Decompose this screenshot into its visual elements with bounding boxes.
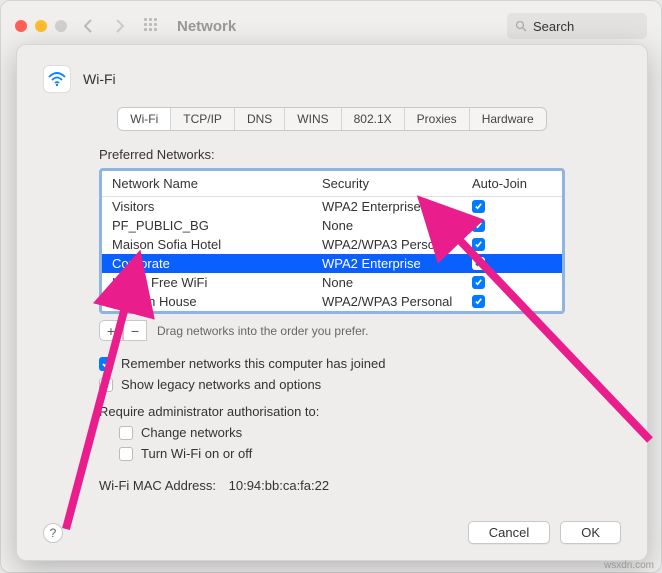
search-field[interactable]: Search	[507, 13, 647, 39]
auto-join-cell[interactable]	[472, 218, 542, 233]
admin-wifi-toggle-row[interactable]: Turn Wi-Fi on or off	[119, 443, 565, 464]
table-header: Network Name Security Auto-Join	[102, 171, 562, 197]
auto-join-checkbox[interactable]	[472, 295, 485, 308]
network-security-cell: WPA2 Enterprise	[322, 199, 472, 214]
network-name-cell: Corporate	[112, 256, 322, 271]
admin-auth-label: Require administrator authorisation to:	[99, 404, 319, 419]
admin-wifi-toggle-checkbox[interactable]	[119, 447, 133, 461]
mac-address-row: Wi-Fi MAC Address: 10:94:bb:ca:fa:22	[99, 478, 565, 493]
auto-join-checkbox[interactable]	[472, 200, 485, 213]
tab-8021x[interactable]: 802.1X	[342, 108, 405, 130]
tab-hardware[interactable]: Hardware	[470, 108, 546, 130]
auto-join-checkbox[interactable]	[472, 238, 485, 251]
table-row[interactable]: Garden HouseWPA2/WPA3 Personal	[102, 292, 562, 311]
auto-join-checkbox[interactable]	[472, 219, 485, 232]
drag-hint: Drag networks into the order you prefer.	[157, 324, 368, 338]
network-security-cell: WPA2 Enterprise	[322, 256, 472, 271]
ok-button[interactable]: OK	[560, 521, 621, 544]
remember-networks-checkbox[interactable]	[99, 357, 113, 371]
auto-join-cell[interactable]	[472, 237, 542, 252]
show-all-button[interactable]	[141, 15, 163, 37]
sheet-footer: ? Cancel OK	[43, 521, 621, 544]
sheet-header: Wi-Fi	[43, 65, 621, 93]
add-network-button[interactable]: +	[99, 320, 123, 341]
watermark: wsxdn.com	[604, 560, 654, 571]
auto-join-cell[interactable]	[472, 256, 542, 271]
sheet-title: Wi-Fi	[83, 71, 116, 87]
traffic-lights	[15, 20, 67, 32]
forward-button[interactable]	[109, 15, 131, 37]
auto-join-cell[interactable]	[472, 275, 542, 290]
table-row[interactable]: PF_PUBLIC_BGNone	[102, 216, 562, 235]
add-remove-controls: + − Drag networks into the order you pre…	[99, 320, 565, 341]
legacy-networks-label: Show legacy networks and options	[121, 377, 321, 392]
preferred-networks-label: Preferred Networks:	[99, 147, 565, 162]
search-placeholder: Search	[533, 19, 574, 34]
network-security-cell: None	[322, 218, 472, 233]
col-security[interactable]: Security	[322, 176, 472, 191]
cancel-button[interactable]: Cancel	[468, 521, 550, 544]
tab-proxies[interactable]: Proxies	[405, 108, 470, 130]
network-name-cell: Visitors	[112, 199, 322, 214]
wifi-settings-sheet: Wi-Fi Wi-FiTCP/IPDNSWINS802.1XProxiesHar…	[16, 44, 648, 561]
wifi-icon	[43, 65, 71, 93]
network-name-cell: PF_PUBLIC_BG	[112, 218, 322, 233]
minimize-window-button[interactable]	[35, 20, 47, 32]
legacy-networks-row[interactable]: Show legacy networks and options	[99, 374, 565, 395]
table-row[interactable]: Harpa Free WiFiNone	[102, 273, 562, 292]
admin-auth-label-row: Require administrator authorisation to:	[99, 401, 565, 422]
table-row[interactable]: CorporateWPA2 Enterprise	[102, 254, 562, 273]
network-name-cell: Garden House	[112, 294, 322, 309]
col-network-name[interactable]: Network Name	[112, 176, 322, 191]
network-name-cell: Harpa Free WiFi	[112, 275, 322, 290]
auto-join-checkbox[interactable]	[472, 276, 485, 289]
mac-address-value: 10:94:bb:ca:fa:22	[229, 478, 329, 493]
admin-change-networks-row[interactable]: Change networks	[119, 422, 565, 443]
network-security-cell: WPA2/WPA3 Personal	[322, 237, 472, 252]
col-auto-join[interactable]: Auto-Join	[472, 176, 542, 191]
network-name-cell: Maison Sofia Hotel	[112, 237, 322, 252]
tab-dns[interactable]: DNS	[235, 108, 285, 130]
auto-join-cell[interactable]	[472, 294, 542, 309]
help-button[interactable]: ?	[43, 523, 63, 543]
tab-wins[interactable]: WINS	[285, 108, 341, 130]
tab-tcpip[interactable]: TCP/IP	[171, 108, 235, 130]
legacy-networks-checkbox[interactable]	[99, 378, 113, 392]
remove-network-button[interactable]: −	[123, 320, 147, 341]
mac-address-label: Wi-Fi MAC Address:	[99, 478, 225, 493]
admin-change-networks-checkbox[interactable]	[119, 426, 133, 440]
network-security-cell: WPA2/WPA3 Personal	[322, 294, 472, 309]
table-row[interactable]: VisitorsWPA2 Enterprise	[102, 197, 562, 216]
back-button[interactable]	[77, 15, 99, 37]
search-icon	[515, 20, 527, 32]
zoom-window-button[interactable]	[55, 20, 67, 32]
close-window-button[interactable]	[15, 20, 27, 32]
admin-wifi-toggle-label: Turn Wi-Fi on or off	[141, 446, 252, 461]
tab-bar: Wi-FiTCP/IPDNSWINS802.1XProxiesHardware	[43, 107, 621, 131]
auto-join-cell[interactable]	[472, 199, 542, 214]
preferred-networks-table[interactable]: Network Name Security Auto-Join Visitors…	[99, 168, 565, 314]
admin-change-networks-label: Change networks	[141, 425, 242, 440]
tab-wifi[interactable]: Wi-Fi	[118, 108, 171, 130]
remember-networks-label: Remember networks this computer has join…	[121, 356, 385, 371]
window-title: Network	[177, 18, 236, 35]
table-row[interactable]: Maison Sofia HotelWPA2/WPA3 Personal	[102, 235, 562, 254]
remember-networks-row[interactable]: Remember networks this computer has join…	[99, 353, 565, 374]
network-security-cell: None	[322, 275, 472, 290]
auto-join-checkbox[interactable]	[472, 257, 485, 270]
